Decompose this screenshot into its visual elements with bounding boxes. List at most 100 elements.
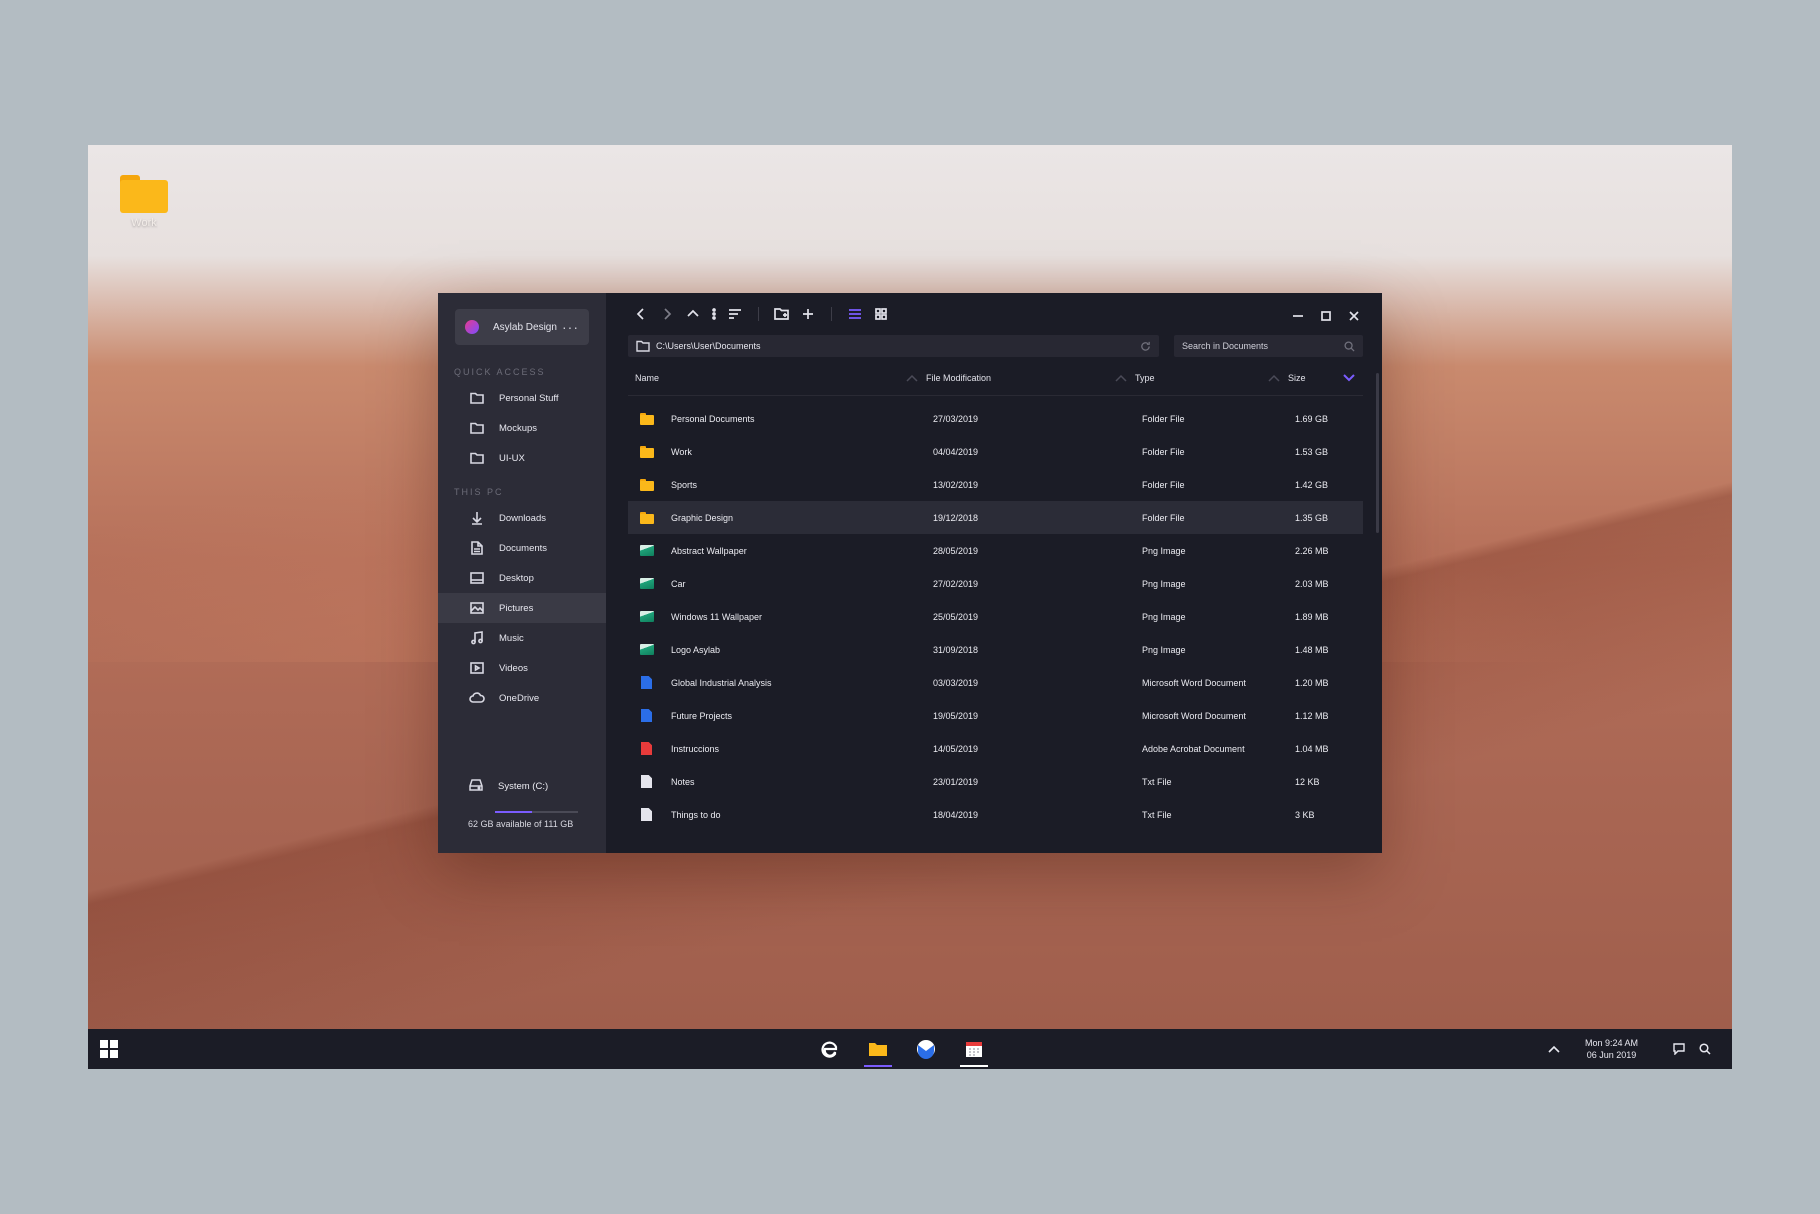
more-options-icon[interactable]: ···	[562, 319, 579, 335]
column-header-size[interactable]: Size	[1288, 373, 1363, 383]
folder-icon	[640, 478, 654, 491]
file-size: 12 KB	[1295, 776, 1320, 787]
sidebar-item-label: Desktop	[499, 572, 534, 584]
file-name: Global Industrial Analysis	[671, 677, 772, 688]
folder-outline-icon	[636, 340, 650, 352]
sidebar: Asylab Design ··· QUICK ACCESS Personal …	[438, 293, 606, 853]
calendar-icon	[966, 1042, 982, 1057]
account-name: Asylab Design	[493, 321, 557, 333]
desktop-folder-work[interactable]: Work	[114, 175, 174, 229]
sidebar-item-mockups[interactable]: Mockups	[438, 413, 606, 443]
file-row[interactable]: Personal Documents 27/03/2019 Folder File 1…	[628, 402, 1363, 435]
file-row[interactable]: Car 27/02/2019 Png Image 2.03 MB	[628, 567, 1363, 600]
account-switcher[interactable]: Asylab Design ···	[455, 309, 589, 345]
clock-date: 06 Jun 2019	[1586, 1050, 1637, 1060]
taskbar-apps	[806, 1029, 998, 1069]
sidebar-item-music[interactable]: Music	[438, 623, 606, 653]
file-explorer-window: Asylab Design ··· QUICK ACCESS Personal …	[438, 293, 1382, 853]
file-row[interactable]: Windows 11 Wallpaper 25/05/2019 Png Image 1…	[628, 600, 1363, 633]
file-name: Logo Asylab	[671, 644, 721, 655]
column-header-name[interactable]: Name	[628, 373, 926, 383]
file-size: 1.48 MB	[1295, 644, 1329, 655]
text-file-icon	[641, 775, 652, 788]
clock[interactable]: Mon 9:24 AM 06 Jun 2019	[1585, 1037, 1638, 1061]
system-drive[interactable]: System (C:) 62 GB available of 111 GB	[468, 770, 578, 829]
file-date: 25/05/2019	[933, 611, 979, 622]
desktop-icon	[469, 570, 485, 586]
back-button[interactable]	[628, 301, 654, 327]
sidebar-item-onedrive[interactable]: OneDrive	[438, 683, 606, 713]
refresh-icon[interactable]	[1140, 341, 1151, 352]
address-bar[interactable]: C:\Users\User\Documents	[628, 335, 1159, 357]
forward-button[interactable]	[654, 301, 680, 327]
file-row[interactable]: Abstract Wallpaper 28/05/2019 Png Image 2.2…	[628, 534, 1363, 567]
taskbar-file-explorer[interactable]	[854, 1029, 902, 1069]
scrollbar[interactable]	[1376, 373, 1379, 533]
grid-view-icon	[875, 308, 887, 320]
close-button[interactable]	[1340, 303, 1368, 329]
sidebar-item-label: Downloads	[499, 512, 546, 524]
taskbar: Mon 9:24 AM 06 Jun 2019	[88, 1029, 1732, 1069]
sidebar-item-label: UI-UX	[499, 452, 525, 464]
notifications-button[interactable]	[1666, 1036, 1692, 1062]
file-type: Folder File	[1142, 479, 1185, 490]
file-name: Future Projects	[671, 710, 733, 721]
sidebar-item-pictures[interactable]: Pictures	[438, 593, 606, 623]
up-button[interactable]	[680, 301, 706, 327]
column-size-label: Size	[1288, 373, 1306, 383]
file-name-cell: Abstract Wallpaper	[628, 545, 933, 556]
search-input[interactable]: Search in Documents	[1174, 335, 1363, 357]
word-document-icon	[641, 709, 652, 722]
chevron-up-icon	[687, 309, 699, 317]
more-menu-button[interactable]	[706, 301, 722, 327]
sidebar-item-label: Music	[499, 632, 524, 644]
file-row[interactable]: Global Industrial Analysis 03/03/2019 Micr…	[628, 666, 1363, 699]
file-row[interactable]: Logo Asylab 31/09/2018 Png Image 1.48 MB	[628, 633, 1363, 666]
file-date: 23/01/2019	[933, 776, 979, 787]
grid-view-button[interactable]	[868, 301, 894, 327]
file-row[interactable]: Notes 23/01/2019 Txt File 12 KB	[628, 765, 1363, 798]
folder-outline-icon	[469, 420, 485, 436]
sidebar-item-ui-ux[interactable]: UI-UX	[438, 443, 606, 473]
sidebar-item-desktop[interactable]: Desktop	[438, 563, 606, 593]
file-row[interactable]: Future Projects 19/05/2019 Microsoft Word …	[628, 699, 1363, 732]
taskbar-mail[interactable]	[902, 1029, 950, 1069]
file-date: 18/04/2019	[933, 809, 979, 820]
image-file-icon	[640, 578, 654, 589]
file-name: Graphic Design	[671, 512, 734, 523]
document-icon	[469, 540, 485, 556]
minimize-button[interactable]	[1284, 303, 1312, 329]
add-button[interactable]	[795, 301, 821, 327]
column-date-label: File Modification	[926, 373, 992, 383]
taskbar-calendar[interactable]	[950, 1029, 998, 1069]
file-type: Png Image	[1142, 611, 1186, 622]
column-header-type[interactable]: Type	[1135, 373, 1288, 383]
file-row[interactable]: Graphic Design 19/12/2018 Folder File 1.35 …	[628, 501, 1363, 534]
file-size: 1.20 MB	[1295, 677, 1329, 688]
maximize-icon	[1321, 311, 1331, 321]
file-date: 04/04/2019	[933, 446, 979, 457]
column-header-date[interactable]: File Modification	[926, 373, 1135, 383]
file-row[interactable]: Work 04/04/2019 Folder File 1.53 GB	[628, 435, 1363, 468]
sidebar-item-documents[interactable]: Documents	[438, 533, 606, 563]
file-type: Folder File	[1142, 512, 1185, 523]
sidebar-item-videos[interactable]: Videos	[438, 653, 606, 683]
list-view-icon	[849, 309, 861, 319]
file-row[interactable]: Sports 13/02/2019 Folder File 1.42 GB	[628, 468, 1363, 501]
search-button[interactable]	[1692, 1036, 1718, 1062]
maximize-button[interactable]	[1312, 303, 1340, 329]
clock-time: Mon 9:24 AM	[1584, 1038, 1638, 1048]
file-name-cell: Personal Documents	[628, 412, 933, 425]
sort-button[interactable]	[722, 301, 748, 327]
sidebar-item-personal-stuff[interactable]: Personal Stuff	[438, 383, 606, 413]
show-hidden-icons-button[interactable]	[1541, 1036, 1567, 1062]
sidebar-item-downloads[interactable]: Downloads	[438, 503, 606, 533]
taskbar-edge[interactable]	[806, 1029, 854, 1069]
start-button[interactable]	[100, 1040, 118, 1058]
file-name-cell: Logo Asylab	[628, 644, 933, 655]
file-name: Things to do	[671, 809, 721, 820]
file-row[interactable]: Instruccions 14/05/2019 Adobe Acrobat Docu…	[628, 732, 1363, 765]
list-view-button[interactable]	[842, 301, 868, 327]
file-row[interactable]: Things to do 18/04/2019 Txt File 3 KB	[628, 798, 1363, 831]
new-folder-button[interactable]	[769, 301, 795, 327]
